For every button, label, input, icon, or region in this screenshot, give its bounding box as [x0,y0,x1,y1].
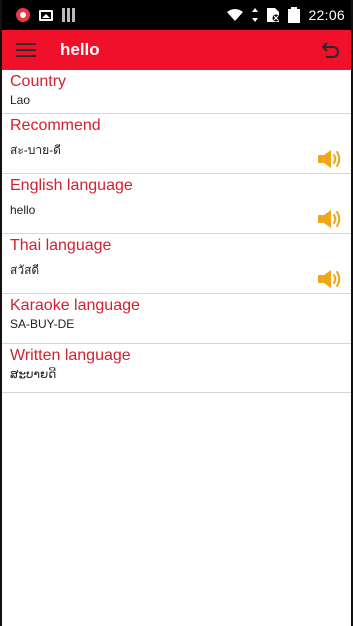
gallery-icon [39,9,53,21]
status-right: 22:06 [226,7,345,23]
row-label-thai: Thai language [10,237,112,254]
row-value-thai: สวัสดี [10,263,40,277]
toolbar: hello [2,30,351,70]
wifi-icon [227,9,244,21]
speaker-icon[interactable] [317,208,343,230]
speaker-icon[interactable] [317,148,343,170]
row-value-english: hello [10,203,36,217]
toolbar-title: hello [60,40,100,59]
row-label-english: English language [10,177,133,194]
back-arrow-icon[interactable] [321,40,341,60]
status-bar: 22:06 [2,0,351,30]
row-karaoke: Karaoke language SA-BUY-DE [2,294,351,344]
row-value-karaoke: SA-BUY-DE [10,317,75,331]
row-country: Country Lao [2,70,351,114]
row-recommend: Recommend สะ-บาย-ดี [2,114,351,174]
row-label-written: Written language [10,347,131,364]
row-value-country: Lao [10,93,31,107]
status-left [16,8,75,22]
speaker-icon[interactable] [317,268,343,290]
row-label-karaoke: Karaoke language [10,297,140,314]
bars-icon [62,8,75,22]
row-label-country: Country [10,73,67,90]
row-value-recommend: สะ-บาย-ดี [10,143,61,157]
row-written: Written language ສະບາຍດີ [2,344,351,393]
data-arrows-icon [252,8,259,22]
row-label-recommend: Recommend [10,117,101,134]
app-frame: 22:06 hello Country Lao Recommend สะ-บาย… [0,0,353,626]
menu-icon[interactable] [16,43,36,57]
row-value-written: ສະບາຍດີ [10,367,57,381]
row-thai: Thai language สวัสดี [2,234,351,294]
no-sim-icon [267,8,280,22]
status-time: 22:06 [308,7,345,23]
row-english: English language hello [2,174,351,234]
notification-dot-icon [16,8,30,22]
detail-list: Country Lao Recommend สะ-บาย-ดี English … [2,70,351,393]
battery-icon [288,7,301,23]
